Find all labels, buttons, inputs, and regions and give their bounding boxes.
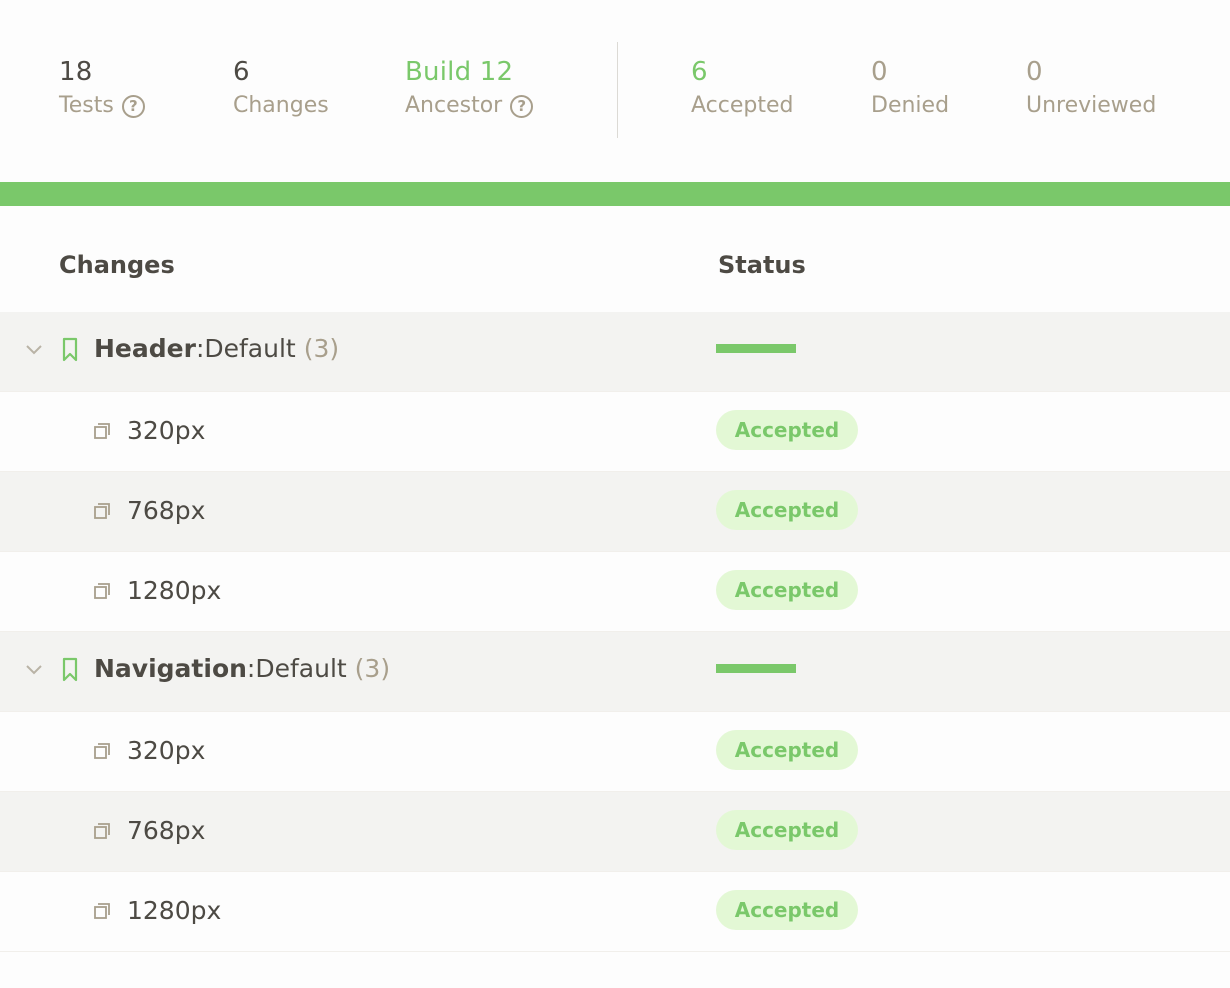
stat-ancestor: Build 12 Ancestor ? [405, 56, 534, 120]
column-header-changes: Changes [59, 251, 175, 279]
accepted-count: 6 [691, 57, 708, 87]
status-badge: Accepted [716, 410, 858, 450]
chevron-down-icon[interactable] [24, 340, 44, 360]
chevron-down-icon[interactable] [24, 660, 44, 680]
viewport-label: 320px [127, 736, 206, 765]
help-icon[interactable]: ? [121, 94, 145, 118]
group-row-navigation[interactable]: Navigation:Default (3) [0, 632, 1230, 712]
status-badge: Accepted [716, 490, 858, 530]
viewport-label: 320px [127, 416, 206, 445]
unreviewed-count: 0 [1026, 57, 1043, 87]
viewport-icon [94, 823, 110, 839]
story-name: Default [255, 654, 347, 683]
status-badge: Accepted [716, 810, 858, 850]
viewport-icon [94, 743, 110, 759]
column-header-status: Status [718, 251, 806, 279]
list-item[interactable]: 768px Accepted [0, 472, 1230, 552]
status-badge: Accepted [716, 570, 858, 610]
viewport-icon [94, 903, 110, 919]
stat-unreviewed: 0 Unreviewed [1026, 56, 1156, 120]
list-item[interactable]: 1280px Accepted [0, 552, 1230, 632]
group-count: (3) [354, 654, 391, 683]
denied-label: Denied [871, 93, 950, 118]
group-row-header[interactable]: Header:Default (3) [0, 312, 1230, 392]
ancestor-build-link[interactable]: Build 12 [405, 56, 533, 88]
viewport-label: 768px [127, 496, 206, 525]
group-title: Header:Default (3) [94, 332, 339, 366]
help-icon[interactable]: ? [510, 94, 534, 118]
review-progress-fill [0, 182, 1230, 206]
component-name: Navigation [94, 654, 247, 683]
changes-count: 6 [233, 57, 250, 87]
list-item[interactable]: 768px Accepted [0, 792, 1230, 872]
story-name: Default [204, 334, 296, 363]
component-name: Header [94, 334, 196, 363]
stat-denied: 0 Denied [871, 56, 949, 120]
group-status-bar [716, 344, 796, 353]
stat-accepted: 6 Accepted [691, 56, 793, 120]
viewport-label: 1280px [127, 896, 222, 925]
viewport-label: 1280px [127, 576, 222, 605]
ancestor-label: Ancestor [405, 93, 503, 118]
bookmark-icon [62, 337, 78, 362]
viewport-label: 768px [127, 816, 206, 845]
review-progress-bar [0, 182, 1230, 206]
build-summary: 18 Tests ? 6 Changes Build 12 Ancestor ?… [0, 0, 1230, 182]
list-item[interactable]: 320px Accepted [0, 392, 1230, 472]
stat-changes: 6 Changes [233, 56, 329, 120]
accepted-label: Accepted [691, 93, 794, 118]
denied-count: 0 [871, 57, 888, 87]
bookmark-icon [62, 657, 78, 682]
tests-count: 18 [59, 57, 93, 87]
group-status-bar [716, 664, 796, 673]
stats-divider [617, 42, 618, 138]
tests-label: Tests [59, 93, 114, 118]
list-item[interactable]: 320px Accepted [0, 712, 1230, 792]
group-title: Navigation:Default (3) [94, 652, 390, 686]
group-count: (3) [303, 334, 340, 363]
changes-list: Header:Default (3) 320px Accepted 768px … [0, 312, 1230, 952]
list-item[interactable]: 1280px Accepted [0, 872, 1230, 952]
viewport-icon [94, 423, 110, 439]
stat-tests: 18 Tests ? [59, 56, 145, 120]
status-badge: Accepted [716, 890, 858, 930]
viewport-icon [94, 503, 110, 519]
viewport-icon [94, 583, 110, 599]
unreviewed-label: Unreviewed [1026, 93, 1157, 118]
status-badge: Accepted [716, 730, 858, 770]
changes-label: Changes [233, 93, 329, 118]
